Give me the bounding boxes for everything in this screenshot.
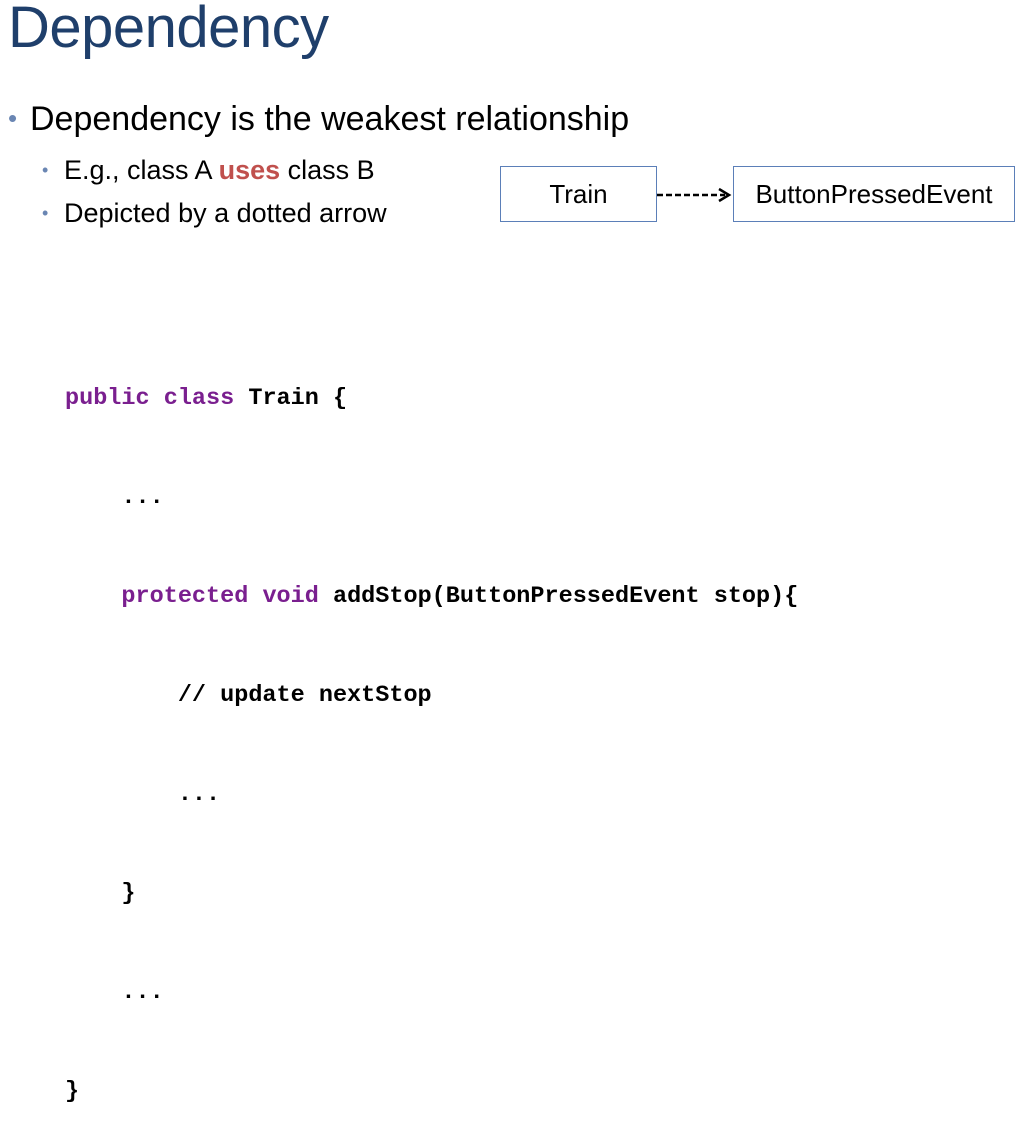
bullet-sub1-prefix: E.g., class A [64, 155, 219, 185]
code-keyword: public class [65, 385, 235, 412]
bullet-sub1-emphasis: uses [218, 155, 281, 185]
bullet-dot: • [42, 160, 49, 180]
code-line-5: ... [65, 781, 221, 808]
code-line-4: // update nextStop [65, 682, 432, 709]
class-name-train: Train [549, 178, 608, 209]
bullet-dot: • [42, 203, 49, 223]
code-text: addStop(ButtonPressedEvent stop){ [318, 583, 799, 610]
code-block: public class Train { ... protected void … [65, 316, 798, 1141]
bullet-dot: • [8, 103, 18, 133]
code-line-3: protected void addStop(ButtonPressedEven… [65, 580, 798, 613]
code-line-2: ... [65, 484, 164, 511]
bullet-sub-example: • E.g., class A uses class B [42, 155, 375, 186]
bullet-sub-depicted: • Depicted by a dotted arrow [42, 198, 387, 229]
code-text: Train { [234, 385, 348, 412]
code-line-1: public class Train { [65, 382, 798, 415]
class-box-buttonpressedevent: ButtonPressedEvent [733, 166, 1015, 222]
class-box-train: Train [500, 166, 657, 222]
dependency-arrow [657, 187, 732, 203]
code-line-6: } [65, 880, 136, 907]
bullet-sub2-text: Depicted by a dotted arrow [64, 198, 387, 228]
code-line-7: ... [65, 979, 164, 1006]
bullet-main-text: Dependency is the weakest relationship [30, 100, 630, 138]
bullet-sub1-suffix: class B [280, 155, 375, 185]
code-keyword: protected void [121, 583, 319, 610]
slide-title: Dependency [8, 0, 329, 60]
bullet-main: • Dependency is the weakest relationship [8, 100, 629, 139]
code-line-8: } [65, 1078, 80, 1105]
class-name-buttonpressedevent: ButtonPressedEvent [755, 178, 993, 209]
